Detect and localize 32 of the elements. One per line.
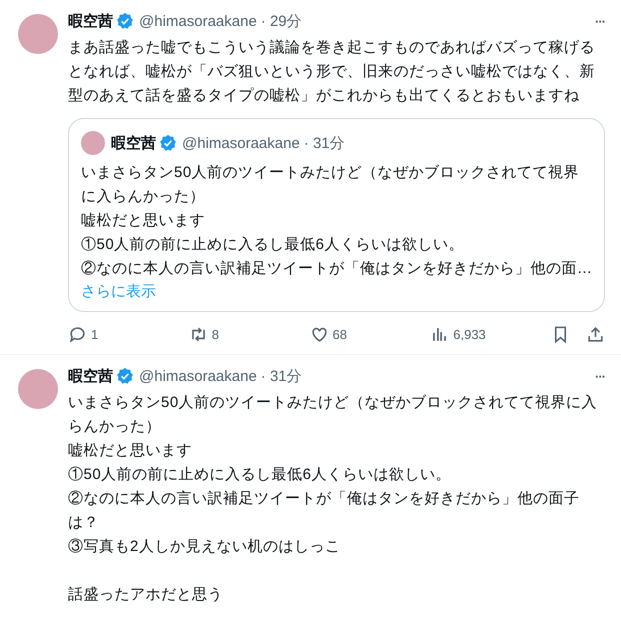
post-text: 嘘松だと思います: [81, 211, 206, 231]
post-text: ②なのに本人の言い訳補足ツイートが「俺はタンを好きだから」他の面子は？: [68, 489, 580, 533]
post-time[interactable]: · 31分: [304, 134, 345, 152]
post-time[interactable]: · 29分: [260, 12, 302, 30]
heart-button[interactable]: 68: [310, 324, 430, 344]
post-text: 嘘松だと思います: [68, 441, 193, 461]
post-text: いまさらタン50人前のツイートみたけど（なぜかブロックされてて視界に入らんかった）: [68, 393, 598, 437]
share-button[interactable]: [586, 324, 605, 344]
more-options-button[interactable]: ···: [595, 14, 605, 28]
user-handle[interactable]: @himasoraakane: [139, 368, 257, 384]
user-name[interactable]: 暇空茜: [68, 12, 113, 30]
avatar: [81, 131, 105, 155]
more-options-button[interactable]: ···: [595, 368, 605, 384]
user-handle[interactable]: @himasoraakane: [139, 12, 257, 30]
quoted-post-card[interactable]: 暇空茜 @himasoraakane · 31分 いまさらタン50人前のツイートみたけど（なぜかブロックされてて視界に入らんかった） 嘘松だと思います ①50人前の前に止めに入るし最低6人くらいは欲しい。 ②なのに本人の言い訳補足ツイートが「俺はタンを好きだから」他の面… さらに表示: [68, 118, 605, 312]
user-handle[interactable]: @himasoraakane: [182, 134, 300, 152]
post-text: ②なのに本人の言い訳補足ツイートが「俺はタンを好きだから」他の面…: [81, 259, 594, 279]
share-icon: [586, 324, 605, 344]
repost-button[interactable]: 8: [188, 324, 310, 344]
bar-chart-button[interactable]: 6,933: [430, 324, 551, 344]
post-text: 話盛ったアホだと思う: [68, 585, 224, 605]
user-name[interactable]: 暇空茜: [68, 366, 113, 386]
post-text: ①50人前の前に止めに入るし最低6人くらいは欲しい。: [68, 465, 452, 485]
speech-bubble-icon: [68, 324, 87, 344]
user-name[interactable]: 暇空茜: [111, 134, 156, 152]
heart-icon: [310, 324, 328, 344]
post-text: ①50人前の前に止めに入るし最低6人くらいは欲しい。: [81, 235, 466, 255]
post-text: いまさらタン50人前のツイートみたけど（なぜかブロックされてて視界に入らんかった）: [81, 163, 580, 207]
post-text: ③写真も2人しか見えない机のはしっこ: [68, 537, 342, 557]
speech-bubble-button[interactable]: 1: [68, 324, 189, 344]
post-time[interactable]: · 31分: [260, 366, 302, 386]
post-text: まあ話盛った嘘でもこういう議論を巻き起こすものであればバズって稼げるとなれば、嘘松が「バズ狙いという形で、旧来のだっさい嘘松ではなく、新型のあえて話を盛るタイプの嘘松」がこれからも出てくるとおもいますね: [68, 38, 596, 106]
